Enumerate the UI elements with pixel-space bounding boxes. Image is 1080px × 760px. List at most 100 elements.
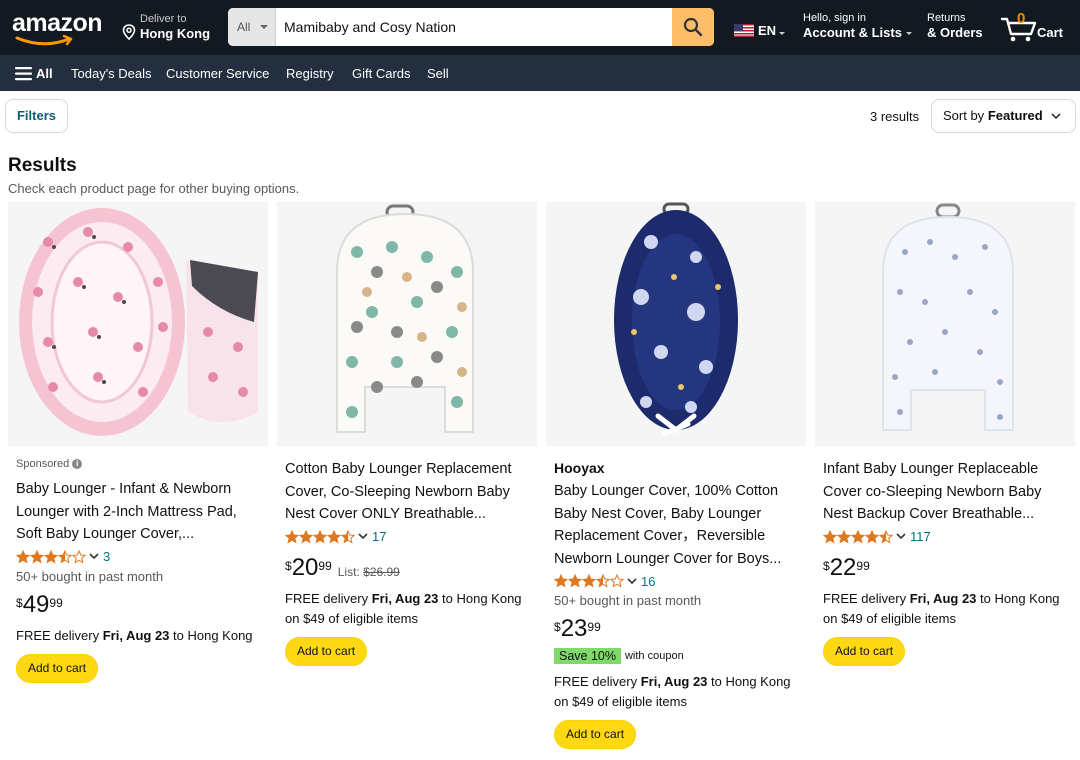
delivery-suffix: to Hong Kong	[173, 627, 253, 643]
hamburger-icon	[15, 67, 32, 81]
sort-value: Featured	[987, 108, 1043, 123]
price[interactable]: $ 22 99	[823, 553, 870, 581]
account-lists[interactable]: Hello, sign in Account & Lists	[803, 12, 912, 44]
star-full-icon	[299, 529, 313, 544]
search-bar: All	[228, 8, 714, 46]
add-to-cart-button[interactable]: Add to cart	[554, 720, 637, 749]
nav-gift-cards[interactable]: Gift Cards	[352, 66, 411, 81]
delivery-info: FREE delivery Fri, Aug 23 to Hong Kong o…	[823, 589, 1067, 629]
star-full-icon	[582, 574, 596, 588]
nav-todays-deals[interactable]: Today's Deals	[71, 66, 152, 81]
chevron-down-icon	[627, 577, 637, 584]
product-card: Sponsored i Baby Lounger - Infant & Newb…	[8, 202, 268, 758]
price-row: $ 23 99	[554, 616, 798, 642]
product-image[interactable]	[8, 202, 268, 446]
nav-registry[interactable]: Registry	[286, 66, 334, 81]
returns-orders[interactable]: Returns & Orders	[927, 12, 983, 40]
product-rating[interactable]: 17	[285, 527, 529, 547]
product-rating[interactable]: 16	[554, 571, 798, 591]
coupon-row: Save 10% with coupon	[554, 648, 798, 664]
chevron-down-icon	[358, 533, 368, 540]
star-half-icon	[879, 529, 893, 544]
price-row: $ 22 99	[823, 553, 1067, 581]
nav-sell[interactable]: Sell	[427, 66, 449, 81]
star-full-icon	[16, 549, 30, 564]
delivery-condition: on $49 of eligible items	[823, 610, 956, 626]
bought-count: 50+ bought in past month	[16, 568, 164, 584]
price[interactable]: $ 23 99	[554, 616, 601, 642]
product-card: Hooyax Baby Lounger Cover, 100% Cotton B…	[546, 202, 806, 758]
delivery-date: Fri, Aug 23	[102, 627, 170, 643]
star-half-icon	[596, 574, 610, 588]
caret-down-icon	[905, 32, 912, 36]
star-full-icon	[865, 529, 879, 544]
filters-button[interactable]: Filters	[5, 99, 68, 133]
star-empty-icon	[610, 574, 624, 588]
amazon-logo[interactable]: amazon	[12, 10, 108, 46]
product-image[interactable]	[546, 202, 806, 446]
nav-customer-service[interactable]: Customer Service	[166, 66, 269, 81]
price[interactable]: $ 20 99	[285, 553, 332, 581]
sponsored-label[interactable]: Sponsored i	[16, 458, 260, 470]
product-image[interactable]	[815, 202, 1075, 446]
rating-count[interactable]: 3	[103, 549, 110, 564]
star-rating	[554, 574, 624, 588]
price-symbol: $	[554, 620, 561, 634]
delivery-prefix: FREE delivery	[16, 627, 100, 643]
search-button[interactable]	[672, 8, 714, 46]
price-symbol: $	[823, 558, 830, 573]
delivery-suffix: to Hong Kong	[442, 590, 522, 606]
price-whole: 22	[829, 553, 857, 581]
product-title[interactable]: Cotton Baby Lounger Replacement Cover, C…	[285, 458, 529, 526]
product-title[interactable]: Infant Baby Lounger Replaceable Cover co…	[823, 458, 1067, 526]
deliver-line1: Deliver to	[140, 13, 187, 25]
search-category-select[interactable]: All	[228, 8, 276, 46]
rating-count[interactable]: 17	[372, 529, 386, 544]
rating-count[interactable]: 16	[641, 574, 655, 589]
price-fraction: 99	[49, 595, 63, 610]
price-whole: 20	[291, 553, 319, 581]
star-rating	[16, 549, 86, 564]
star-full-icon	[30, 549, 44, 564]
coupon-badge[interactable]: Save 10%	[554, 648, 621, 664]
coupon-subtext: with coupon	[624, 650, 684, 662]
chevron-down-icon	[1051, 113, 1061, 120]
chevron-down-icon	[89, 553, 99, 560]
info-icon[interactable]: i	[72, 459, 83, 469]
product-brand: Hooyax	[554, 460, 605, 476]
logo-text: amazon	[12, 9, 103, 37]
price-symbol: $	[285, 558, 292, 573]
list-label: List:	[337, 564, 360, 579]
product-rating[interactable]: 117	[823, 527, 1067, 547]
sort-dropdown[interactable]: Sort by Featured	[931, 99, 1076, 133]
product-rating[interactable]: 3	[16, 547, 260, 567]
product-card: Infant Baby Lounger Replaceable Cover co…	[815, 202, 1075, 758]
star-rating	[823, 529, 893, 544]
product-image[interactable]	[277, 202, 537, 446]
price-fraction: 99	[856, 558, 870, 573]
results-count: 3 results	[870, 109, 920, 124]
delivery-suffix: to Hong Kong	[980, 590, 1060, 606]
returns-line1: Returns	[927, 12, 966, 24]
product-title[interactable]: Baby Lounger - Infant & Newborn Lounger …	[16, 478, 260, 546]
star-full-icon	[313, 529, 327, 544]
product-card: Cotton Baby Lounger Replacement Cover, C…	[277, 202, 537, 758]
price-symbol: $	[16, 595, 23, 610]
rating-count[interactable]: 117	[910, 529, 931, 544]
price-whole: 23	[560, 615, 588, 642]
product-title[interactable]: Baby Lounger Cover, 100% Cotton Baby Nes…	[554, 480, 798, 570]
cart-button[interactable]: 0 Cart	[1000, 10, 1070, 44]
baby-lounger-pink-image	[8, 202, 268, 446]
add-to-cart-button[interactable]: Add to cart	[823, 636, 906, 666]
add-to-cart-button[interactable]: Add to cart	[285, 636, 368, 666]
price[interactable]: $ 49 99	[16, 591, 63, 618]
results-heading: Results	[8, 155, 77, 176]
search-input[interactable]	[276, 8, 672, 46]
add-to-cart-button[interactable]: Add to cart	[16, 653, 99, 683]
star-half-icon	[58, 549, 72, 564]
delivery-condition: on $49 of eligible items	[285, 610, 418, 626]
sponsored-text: Sponsored	[16, 458, 70, 470]
results-subtitle: Check each product page for other buying…	[8, 181, 300, 196]
delivery-suffix: to Hong Kong	[711, 674, 791, 689]
delivery-date: Fri, Aug 23	[371, 590, 439, 606]
